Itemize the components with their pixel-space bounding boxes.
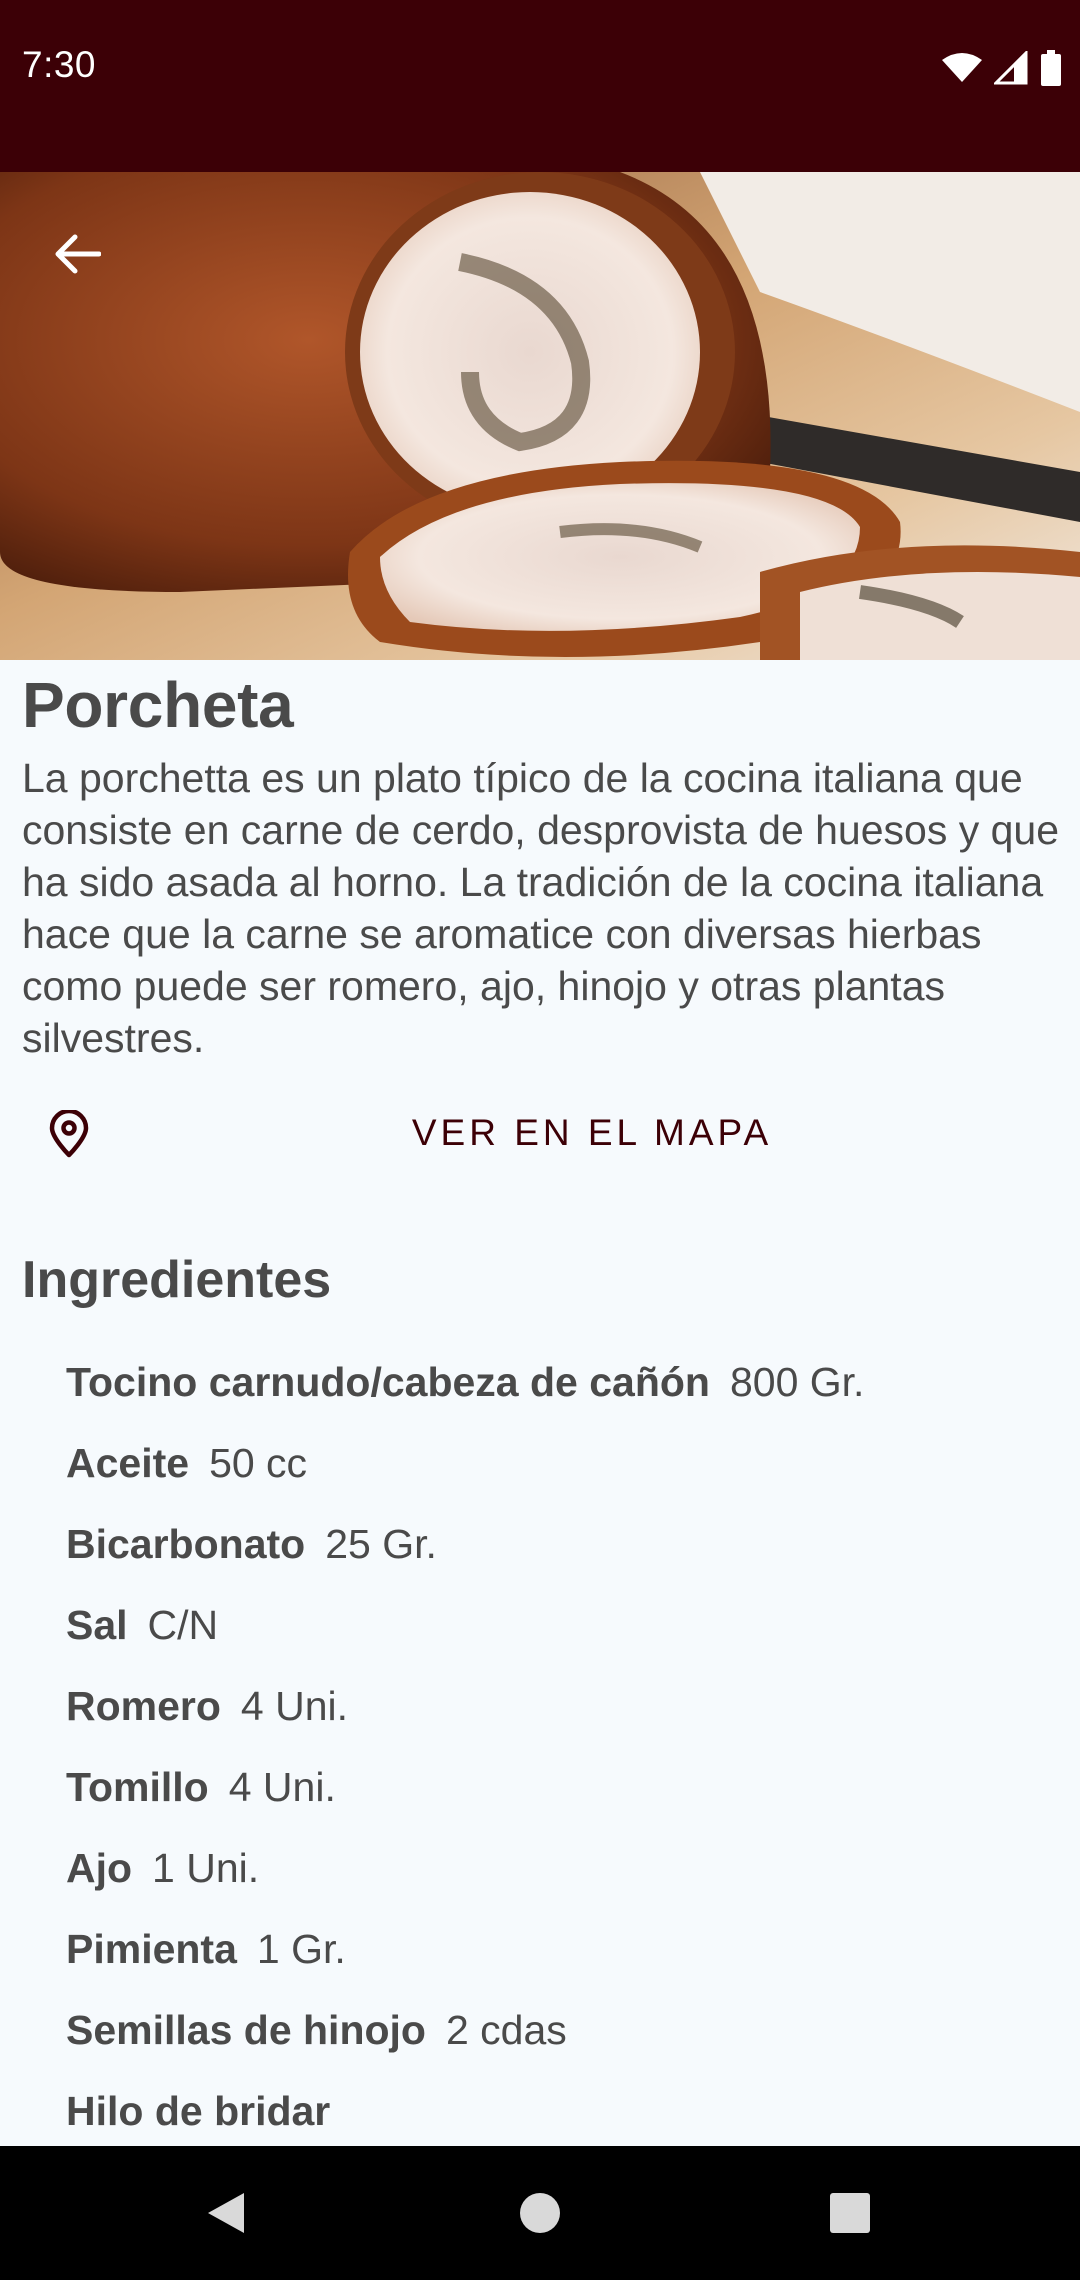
signal-icon — [994, 51, 1028, 85]
back-button[interactable] — [40, 217, 114, 291]
ingredients-title: Ingredientes — [22, 1251, 332, 1309]
ingredient-item: Tocino carnudo/cabeza de cañón 800 Gr. — [66, 1352, 1056, 1433]
view-on-map-label: VER EN EL MAPA — [411, 1112, 773, 1153]
ingredient-quantity: 4 Uni. — [240, 1683, 349, 1729]
ingredient-name: Hilo de bridar — [66, 2088, 331, 2134]
ingredient-quantity: C/N — [147, 1602, 219, 1648]
ingredient-quantity: 50 cc — [209, 1440, 308, 1486]
ingredient-name: Pimienta — [66, 1926, 237, 1972]
ingredients-list: Tocino carnudo/cabeza de cañón 800 Gr. Ac… — [66, 1352, 1056, 2162]
ingredient-item: Semillas de hinojo 2 cdas — [66, 2000, 1056, 2081]
view-on-map-button[interactable]: VER EN EL MAPA — [22, 1090, 1062, 1178]
system-nav-bar — [0, 2146, 1080, 2280]
ingredient-item: Ajo 1 Uni. — [66, 1838, 1056, 1919]
recipe-description: La porchetta es un plato típico de la co… — [22, 755, 1060, 1061]
recents-square-icon — [830, 2193, 870, 2233]
nav-home-button[interactable] — [500, 2178, 580, 2248]
battery-icon — [1041, 50, 1061, 86]
back-triangle-icon — [208, 2193, 244, 2233]
ingredient-quantity: 800 Gr. — [729, 1359, 865, 1405]
wifi-icon — [942, 53, 982, 82]
status-bar: 7:30 — [0, 0, 1080, 172]
ingredient-item: Romero 4 Uni. — [66, 1676, 1056, 1757]
ingredient-name: Tomillo — [66, 1764, 209, 1810]
ingredient-quantity: 4 Uni. — [228, 1764, 336, 1810]
porchetta-photo — [0, 172, 1080, 660]
ingredient-name: Semillas de hinojo — [66, 2007, 426, 2053]
ingredient-item: Aceite 50 cc — [66, 1433, 1056, 1514]
nav-recents-button[interactable] — [810, 2178, 890, 2248]
ingredient-item: Bicarbonato 25 Gr. — [66, 1514, 1056, 1595]
ingredient-item: Pimienta 1 Gr. — [66, 1919, 1056, 2000]
ingredient-quantity: 1 Uni. — [152, 1845, 260, 1891]
ingredient-name: Romero — [66, 1683, 221, 1729]
ingredient-name: Bicarbonato — [66, 1521, 306, 1567]
hero-image — [0, 172, 1080, 660]
ingredient-name: Aceite — [66, 1440, 190, 1486]
arrow-left-icon — [55, 234, 101, 274]
ingredient-name: Ajo — [66, 1845, 133, 1891]
ingredient-name: Sal — [66, 1602, 128, 1648]
ingredient-name: Tocino carnudo/cabeza de cañón — [66, 1359, 710, 1405]
nav-back-button[interactable] — [186, 2178, 266, 2248]
ingredient-quantity: 25 Gr. — [325, 1521, 437, 1567]
ingredient-item: Tomillo 4 Uni. — [66, 1757, 1056, 1838]
ingredient-item: Sal C/N — [66, 1595, 1056, 1676]
home-circle-icon — [520, 2193, 560, 2233]
ingredient-quantity: 2 cdas — [445, 2007, 567, 2053]
recipe-title: Porcheta — [22, 669, 294, 741]
status-time: 7:30 — [22, 44, 97, 85]
recipe-detail-screen: 7:30 Porcheta La porchetta es un plato t… — [0, 0, 1080, 2280]
ingredient-quantity: 1 Gr. — [256, 1926, 346, 1972]
status-icons — [942, 48, 1062, 88]
